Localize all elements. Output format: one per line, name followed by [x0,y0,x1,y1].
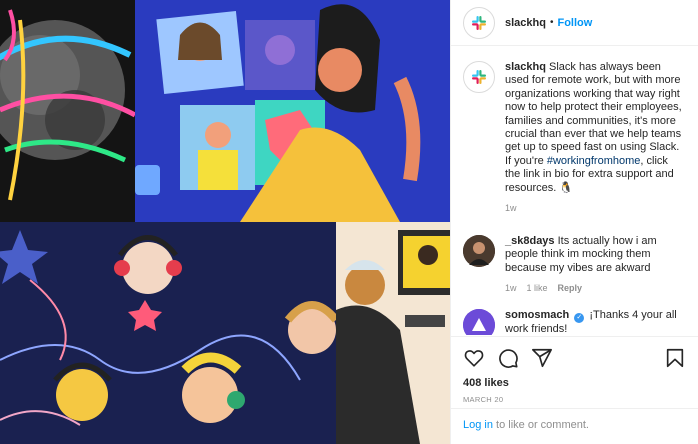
comment-username[interactable]: _sk8days [505,235,555,247]
caption-avatar[interactable] [463,61,495,93]
comments-list[interactable]: slackhq Slack has always been used for r… [451,47,698,335]
commenter-avatar[interactable] [463,309,495,335]
reply-button[interactable]: Reply [558,283,583,293]
slack-logo-icon [472,15,486,30]
comment-text: somosmach ✓ ¡Thanks 4 your all work frie… [505,309,686,335]
post-date[interactable]: MARCH 20 [463,395,686,404]
user-photo-icon [463,235,495,268]
post-actions: 408 likes MARCH 20 [451,336,698,404]
comment: somosmach ✓ ¡Thanks 4 your all work frie… [463,309,686,335]
verified-badge-icon: ✓ [574,313,585,324]
caption-text-before: Slack has always been used for remote wo… [505,61,682,167]
comment-icon[interactable] [497,347,519,369]
post-sidebar: slackhq • Follow slackhq Slack has alway… [450,0,698,444]
like-count[interactable]: 408 likes [463,377,686,389]
comment-username[interactable]: somosmach [505,309,569,321]
follow-button[interactable]: Follow [557,17,592,29]
commenter-avatar[interactable] [463,235,495,268]
avatar[interactable] [463,6,495,39]
caption-time[interactable]: 1w [505,203,517,213]
comment-text: _sk8days Its actually how i am people th… [505,235,686,275]
login-text: to like or comment. [492,419,589,431]
post-image[interactable] [0,0,450,444]
comment-time[interactable]: 1w [505,283,517,293]
comment-likes[interactable]: 1 like [527,283,548,293]
caption: slackhq Slack has always been used for r… [463,61,686,213]
action-icons [463,345,686,371]
comment: _sk8days Its actually how i am people th… [463,235,686,293]
share-icon[interactable] [531,347,553,369]
post-header: slackhq • Follow [451,0,698,46]
post-author[interactable]: slackhq [505,17,546,29]
login-prompt: Log in to like or comment. [451,408,698,444]
bookmark-icon[interactable] [664,347,686,369]
caption-text: slackhq Slack has always been used for r… [505,61,686,195]
separator-dot: • [549,17,554,28]
comment-meta: 1w 1 like Reply [505,283,686,293]
mach-logo-icon [463,309,495,335]
caption-meta: 1w [505,203,686,213]
slack-logo-icon [472,70,486,84]
login-link[interactable]: Log in [463,419,493,431]
post-illustration [0,0,450,444]
heart-icon[interactable] [463,347,485,369]
caption-username[interactable]: slackhq [505,61,546,73]
hashtag-link[interactable]: #workingfromhome [547,155,641,167]
